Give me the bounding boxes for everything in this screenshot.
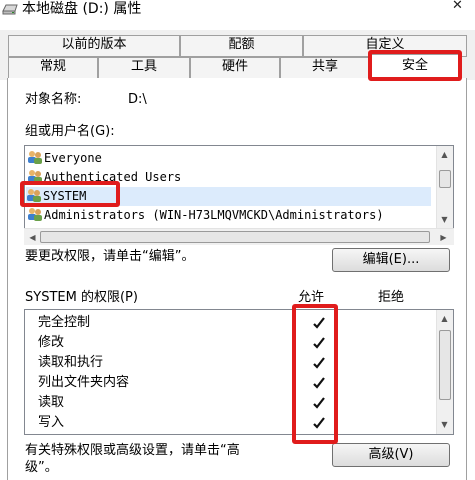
scroll-down-arrow-icon[interactable]: ▼ bbox=[437, 212, 452, 227]
groups-listbox[interactable]: Everyone Authenticated Users SYSTEM Admi… bbox=[24, 145, 454, 229]
permission-row: 写入 bbox=[38, 415, 65, 430]
groups-vertical-scrollbar[interactable]: ▲ ▼ bbox=[436, 146, 453, 228]
permission-row: 修改 bbox=[38, 335, 65, 350]
title-bar: 本地磁盘 (D:) 属性 ✕ bbox=[0, 0, 475, 20]
close-button[interactable]: ✕ bbox=[440, 0, 475, 14]
permission-row: 列出文件夹内容 bbox=[38, 375, 130, 390]
drive-icon bbox=[2, 4, 18, 15]
user-group-icon bbox=[28, 151, 42, 164]
edit-button[interactable]: 编辑(E)... bbox=[332, 248, 450, 272]
permissions-listbox: 完全控制 修改 读取和执行 列出文件夹内容 读取 写入 ▲ ▼ bbox=[24, 309, 454, 435]
tab-tools[interactable]: 工具 bbox=[98, 57, 190, 79]
scroll-down-arrow-icon[interactable]: ▼ bbox=[437, 417, 452, 432]
allow-checkmark-icon bbox=[313, 397, 325, 409]
allow-checkmark-icon bbox=[313, 357, 325, 369]
allow-checkmark-icon bbox=[313, 417, 325, 429]
permissions-vertical-scrollbar[interactable]: ▲ ▼ bbox=[436, 310, 453, 434]
scroll-up-arrow-icon[interactable]: ▲ bbox=[437, 311, 452, 326]
deny-column-header: 拒绝 bbox=[378, 290, 405, 305]
user-group-icon bbox=[28, 208, 42, 221]
tab-general[interactable]: 常规 bbox=[8, 57, 98, 79]
permission-row: 读取 bbox=[38, 395, 65, 410]
allow-checkmark-icon bbox=[313, 317, 325, 329]
security-panel: 对象名称: D:\ 组或用户名(G): Everyone Authenticat… bbox=[7, 78, 467, 480]
edit-hint: 要更改权限，请单击“编辑”。 bbox=[25, 249, 195, 264]
list-item-system[interactable]: SYSTEM bbox=[26, 187, 431, 206]
tab-hardware[interactable]: 硬件 bbox=[190, 57, 280, 79]
advanced-button[interactable]: 高级(V) bbox=[332, 443, 450, 467]
scroll-thumb[interactable] bbox=[40, 231, 430, 243]
advanced-hint-line-1: 有关特殊权限或高级设置，请单击“高 bbox=[25, 443, 240, 458]
tab-quota[interactable]: 配额 bbox=[180, 35, 303, 57]
close-icon: ✕ bbox=[452, 0, 463, 13]
permission-row: 完全控制 bbox=[38, 315, 91, 330]
scroll-thumb[interactable] bbox=[439, 330, 451, 400]
scroll-left-arrow-icon[interactable]: ◀ bbox=[25, 230, 40, 245]
advanced-hint-line-2: 级”。 bbox=[25, 460, 58, 475]
scroll-right-arrow-icon[interactable]: ▶ bbox=[436, 230, 451, 245]
permissions-header: SYSTEM 的权限(P) bbox=[25, 290, 138, 305]
object-name-value: D:\ bbox=[128, 92, 147, 107]
groups-label: 组或用户名(G): bbox=[25, 124, 115, 139]
tab-strip: 以前的版本 配额 自定义 常规 工具 硬件 共享 安全 bbox=[0, 30, 475, 80]
list-item-everyone[interactable]: Everyone bbox=[27, 149, 102, 168]
groups-horizontal-scrollbar[interactable]: ◀ ▶ bbox=[24, 228, 454, 245]
tab-previous-versions[interactable]: 以前的版本 bbox=[8, 35, 180, 57]
list-item-administrators[interactable]: Administrators (WIN-H73LMQVMCKD\Administ… bbox=[27, 206, 384, 225]
tab-security[interactable]: 安全 bbox=[370, 54, 460, 80]
window-title: 本地磁盘 (D:) 属性 bbox=[22, 1, 142, 17]
user-group-icon bbox=[28, 170, 42, 183]
allow-checkmark-icon bbox=[313, 377, 325, 389]
allow-column-header: 允许 bbox=[298, 290, 325, 305]
user-group-icon bbox=[27, 189, 41, 202]
list-item-authenticated-users[interactable]: Authenticated Users bbox=[27, 168, 181, 187]
scroll-thumb[interactable] bbox=[439, 170, 451, 188]
object-name-label: 对象名称: bbox=[25, 92, 82, 107]
allow-checkmark-icon bbox=[313, 337, 325, 349]
scroll-up-arrow-icon[interactable]: ▲ bbox=[437, 147, 452, 162]
tab-sharing[interactable]: 共享 bbox=[280, 57, 370, 79]
permission-row: 读取和执行 bbox=[38, 355, 104, 370]
